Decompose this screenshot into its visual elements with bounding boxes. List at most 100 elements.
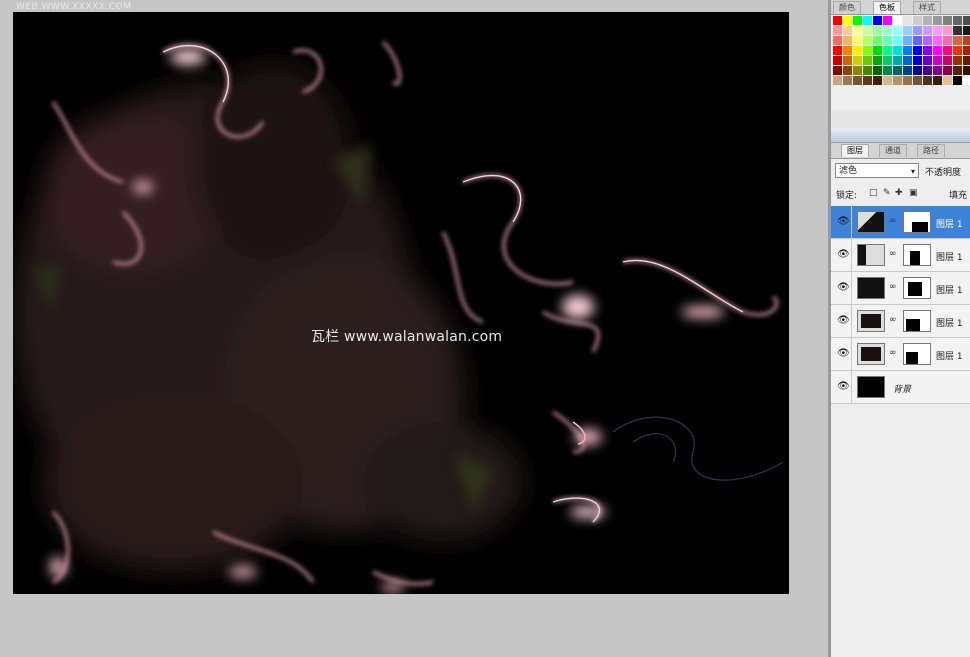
color-swatch[interactable] xyxy=(923,16,932,25)
lock-transparency-icon[interactable]: □ xyxy=(869,188,878,198)
color-swatch[interactable] xyxy=(853,66,862,75)
color-swatch[interactable] xyxy=(843,36,852,45)
eye-icon[interactable]: 👁 xyxy=(837,216,850,227)
color-swatch[interactable] xyxy=(913,66,922,75)
color-swatch[interactable] xyxy=(833,26,842,35)
color-swatch[interactable] xyxy=(843,76,852,85)
color-swatch[interactable] xyxy=(933,16,942,25)
image-canvas[interactable]: 瓦栏 www.walanwalan.com xyxy=(13,12,789,594)
eye-icon[interactable]: 👁 xyxy=(837,348,850,359)
color-swatch[interactable] xyxy=(903,56,912,65)
color-swatch[interactable] xyxy=(943,66,952,75)
color-swatch[interactable] xyxy=(873,66,882,75)
color-swatch[interactable] xyxy=(853,16,862,25)
color-swatch[interactable] xyxy=(923,66,932,75)
color-swatch[interactable] xyxy=(843,46,852,55)
color-swatch[interactable] xyxy=(883,36,892,45)
color-swatch[interactable] xyxy=(933,76,942,85)
color-swatch[interactable] xyxy=(913,46,922,55)
color-swatch[interactable] xyxy=(913,56,922,65)
blend-mode-select[interactable]: 滤色 ▾ xyxy=(835,163,919,178)
color-swatch[interactable] xyxy=(933,56,942,65)
color-swatch[interactable] xyxy=(893,66,902,75)
color-swatch[interactable] xyxy=(853,36,862,45)
eye-icon[interactable]: 👁 xyxy=(837,381,850,392)
eye-icon[interactable]: 👁 xyxy=(837,249,850,260)
color-swatch[interactable] xyxy=(833,76,842,85)
lock-position-icon[interactable]: ✚ xyxy=(895,188,903,198)
color-swatch[interactable] xyxy=(963,46,970,55)
color-swatch[interactable] xyxy=(873,26,882,35)
color-swatch[interactable] xyxy=(843,16,852,25)
color-swatch[interactable] xyxy=(963,66,970,75)
color-swatch[interactable] xyxy=(903,46,912,55)
color-swatch[interactable] xyxy=(963,16,970,25)
color-swatch[interactable] xyxy=(833,56,842,65)
color-swatch[interactable] xyxy=(863,46,872,55)
color-swatch[interactable] xyxy=(863,26,872,35)
color-swatch[interactable] xyxy=(933,46,942,55)
color-swatch[interactable] xyxy=(953,46,962,55)
color-swatch[interactable] xyxy=(903,16,912,25)
color-swatch[interactable] xyxy=(943,36,952,45)
color-swatch[interactable] xyxy=(833,16,842,25)
color-swatch[interactable] xyxy=(863,56,872,65)
color-swatch[interactable] xyxy=(903,66,912,75)
layer-row[interactable]: 👁 ∞ 图层 1 xyxy=(831,272,970,305)
color-swatch[interactable] xyxy=(943,46,952,55)
eye-icon[interactable]: 👁 xyxy=(837,282,850,293)
panel-separator-bar[interactable] xyxy=(831,128,970,143)
color-swatch[interactable] xyxy=(833,46,842,55)
layer-row[interactable]: 👁 ∞ 图层 1 xyxy=(831,239,970,272)
color-swatch[interactable] xyxy=(933,26,942,35)
color-swatch[interactable] xyxy=(883,26,892,35)
color-swatch[interactable] xyxy=(893,56,902,65)
color-swatch[interactable] xyxy=(873,36,882,45)
color-swatch[interactable] xyxy=(943,76,952,85)
color-swatch[interactable] xyxy=(853,26,862,35)
color-swatch[interactable] xyxy=(883,66,892,75)
lock-all-icon[interactable]: ▣ xyxy=(909,188,918,198)
color-swatch[interactable] xyxy=(933,66,942,75)
eye-icon[interactable]: 👁 xyxy=(837,315,850,326)
color-swatch[interactable] xyxy=(963,26,970,35)
color-swatch[interactable] xyxy=(873,76,882,85)
color-swatch[interactable] xyxy=(873,56,882,65)
color-swatch[interactable] xyxy=(863,66,872,75)
color-swatch[interactable] xyxy=(923,46,932,55)
layer-row[interactable]: 👁 ∞ 图层 1 xyxy=(831,305,970,338)
color-swatch[interactable] xyxy=(883,16,892,25)
tab-paths[interactable]: 路径 xyxy=(917,144,945,157)
color-swatch[interactable] xyxy=(893,76,902,85)
color-swatch[interactable] xyxy=(913,36,922,45)
color-swatch[interactable] xyxy=(943,16,952,25)
color-swatch[interactable] xyxy=(933,36,942,45)
color-swatch[interactable] xyxy=(913,76,922,85)
background-layer-row[interactable]: 👁 背景 xyxy=(831,371,970,404)
color-swatch[interactable] xyxy=(843,26,852,35)
color-swatch[interactable] xyxy=(883,76,892,85)
tab-color[interactable]: 颜色 xyxy=(833,1,861,14)
color-swatch[interactable] xyxy=(863,16,872,25)
color-swatch[interactable] xyxy=(953,56,962,65)
color-swatch[interactable] xyxy=(893,26,902,35)
color-swatch[interactable] xyxy=(883,56,892,65)
color-swatch[interactable] xyxy=(873,16,882,25)
tab-swatches[interactable]: 色板 xyxy=(873,1,901,14)
color-swatch[interactable] xyxy=(953,76,962,85)
color-swatch[interactable] xyxy=(893,36,902,45)
color-swatch[interactable] xyxy=(953,66,962,75)
color-swatch[interactable] xyxy=(893,46,902,55)
color-swatch[interactable] xyxy=(843,56,852,65)
color-swatch[interactable] xyxy=(903,36,912,45)
color-swatch[interactable] xyxy=(953,16,962,25)
color-swatch[interactable] xyxy=(923,76,932,85)
color-swatch[interactable] xyxy=(893,16,902,25)
color-swatch[interactable] xyxy=(833,66,842,75)
color-swatch[interactable] xyxy=(953,36,962,45)
color-swatch[interactable] xyxy=(863,36,872,45)
color-swatch[interactable] xyxy=(913,26,922,35)
layer-row[interactable]: 👁 ∞ 图层 1 xyxy=(831,206,970,239)
color-swatch[interactable] xyxy=(923,26,932,35)
color-swatch[interactable] xyxy=(953,26,962,35)
